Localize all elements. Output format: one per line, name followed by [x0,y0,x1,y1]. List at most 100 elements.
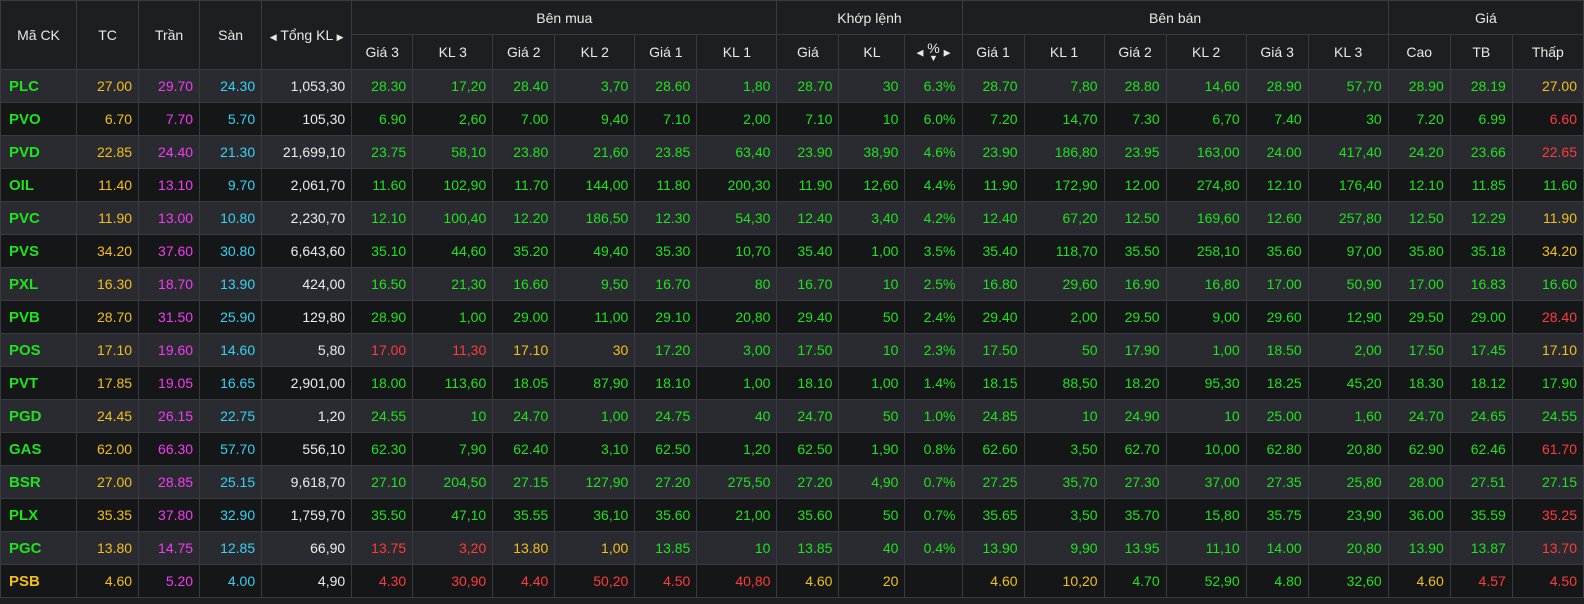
buy-vol2-cell: 50,20 [554,564,636,598]
table-row[interactable]: OIL 11.40 13.10 9.70 2,061,70 11.60 102,90 11.7… [0,168,1584,202]
arrow-right-icon[interactable]: ▶ [944,48,951,58]
ref-price-cell: 13.80 [76,531,140,565]
table-row[interactable]: PLX 35.35 37.80 32.90 1,759,70 35.50 47,10 35.5… [0,498,1584,532]
symbol-cell[interactable]: PSB [0,564,78,598]
sort-desc-icon[interactable]: ▼ [927,54,939,63]
low-price-cell: 17.90 [1511,366,1584,400]
symbol-cell[interactable]: PVO [0,102,78,136]
floor-price-cell: 24.30 [199,69,263,103]
symbol-cell[interactable]: PVD [0,135,78,169]
col-sell-vol2-header[interactable]: KL 2 [1165,34,1247,70]
symbol-cell[interactable]: POS [0,333,78,367]
symbol-cell[interactable]: PVC [0,201,78,235]
col-low-header[interactable]: Thấp [1511,34,1584,70]
sell-vol1-cell: 14,70 [1023,102,1105,136]
table-row[interactable]: PGD 24.45 26.15 22.75 1,20 24.55 10 24.70 1,00 24… [0,399,1584,433]
symbol-cell[interactable]: PLC [0,69,78,103]
sell-vol3-cell: 417,40 [1307,135,1389,169]
table-row[interactable]: PXL 16.30 18.70 13.90 424,00 16.50 21,30 16.60 9… [0,267,1584,301]
table-row[interactable]: PVS 34.20 37.60 30.80 6,643,60 35.10 44,60 35.2… [0,234,1584,268]
floor-price-cell: 32.90 [199,498,263,532]
table-row[interactable]: PGC 13.80 14.75 12.85 66,90 13.75 3,20 13.80 1,0… [0,531,1584,565]
sell-vol3-cell: 97,00 [1307,234,1389,268]
price-board-table: Mã CK TC Trần Sàn ◀ Tổng KL ▶ Bên mua Kh… [0,0,1584,598]
avg-price-cell: 6.99 [1449,102,1513,136]
col-buy-vol3-header[interactable]: KL 3 [412,34,494,70]
sell-vol2-cell: 37,00 [1165,465,1247,499]
sell-vol2-cell: 10 [1165,399,1247,433]
sell-vol3-cell: 30 [1307,102,1389,136]
col-sell-vol1-header[interactable]: KL 1 [1023,34,1105,70]
avg-price-cell: 23.66 [1449,135,1513,169]
table-row[interactable]: PVO 6.70 7.70 5.70 105,30 6.90 2,60 7.00 9,40 7.1… [0,102,1584,136]
sell-price1-cell: 4.60 [961,564,1025,598]
table-row[interactable]: PLC 27.00 29.70 24.30 1,053,30 28.30 17,20 28.4… [0,69,1584,103]
arrow-left-icon[interactable]: ◀ [916,48,923,58]
table-row[interactable]: BSR 27.00 28.85 25.15 9,618,70 27.10 204,50 27.… [0,465,1584,499]
total-vol-cell: 4,90 [261,564,353,598]
buy-price2-cell: 23.80 [492,135,556,169]
buy-price3-cell: 18.00 [351,366,414,400]
symbol-cell[interactable]: PLX [0,498,78,532]
table-row[interactable]: PVT 17.85 19.05 16.65 2,901,00 18.00 113,60 18.… [0,366,1584,400]
col-floor-header[interactable]: Sàn [199,0,263,70]
symbol-cell[interactable]: OIL [0,168,78,202]
buy-price1-cell: 18.10 [634,366,698,400]
symbol-cell[interactable]: PVB [0,300,78,334]
sell-price2-cell: 12.50 [1103,201,1167,235]
col-match-vol-header[interactable]: KL [838,34,906,70]
col-match-pct-header[interactable]: ◀ % ▼ ▶ [904,34,963,70]
table-row[interactable]: PVD 22.85 24.40 21.30 21,699,10 23.75 58,10 23.… [0,135,1584,169]
col-buy-vol2-header[interactable]: KL 2 [554,34,636,70]
symbol-cell[interactable]: PXL [0,267,78,301]
table-row[interactable]: PVB 28.70 31.50 25.90 129,80 28.90 1,00 29.00 11… [0,300,1584,334]
buy-vol3-cell: 100,40 [412,201,494,235]
buy-price3-cell: 4.30 [351,564,414,598]
col-symbol-header[interactable]: Mã CK [0,0,78,70]
high-price-cell: 62.90 [1387,432,1451,466]
table-row[interactable]: PVC 11.90 13.00 10.80 2,230,70 12.10 100,40 12.… [0,201,1584,235]
ref-price-cell: 11.40 [76,168,140,202]
symbol-cell[interactable]: PVT [0,366,78,400]
symbol-cell[interactable]: PGD [0,399,78,433]
col-sell-price2-header[interactable]: Giá 2 [1103,34,1167,70]
symbol-cell[interactable]: PGC [0,531,78,565]
low-price-cell: 24.55 [1511,399,1584,433]
table-row[interactable]: GAS 62.00 66.30 57.70 556,10 62.30 7,90 62.40 3,… [0,432,1584,466]
low-price-cell: 11.60 [1511,168,1584,202]
sell-vol1-cell: 2,00 [1023,300,1105,334]
symbol-cell[interactable]: BSR [0,465,78,499]
sell-vol1-cell: 7,80 [1023,69,1105,103]
col-avg-header[interactable]: TB [1449,34,1513,70]
col-high-header[interactable]: Cao [1387,34,1451,70]
ceil-price-cell: 24.40 [138,135,201,169]
col-buy-price1-header[interactable]: Giá 1 [634,34,698,70]
sell-vol2-cell: 274,80 [1165,168,1247,202]
col-sell-vol3-header[interactable]: KL 3 [1307,34,1389,70]
col-match-price-header[interactable]: Giá [776,34,840,70]
col-buy-price2-header[interactable]: Giá 2 [492,34,556,70]
sell-price2-cell: 17.90 [1103,333,1167,367]
symbol-cell[interactable]: PVS [0,234,78,268]
total-vol-cell: 129,80 [261,300,353,334]
match-vol-cell: 1,00 [838,234,906,268]
col-sell-price3-header[interactable]: Giá 3 [1245,34,1309,70]
total-vol-cell: 424,00 [261,267,353,301]
col-buy-vol1-header[interactable]: KL 1 [696,34,778,70]
ceil-price-cell: 13.10 [138,168,201,202]
col-ref-header[interactable]: TC [76,0,140,70]
sell-vol3-cell: 57,70 [1307,69,1389,103]
col-buy-price3-header[interactable]: Giá 3 [351,34,414,70]
table-row[interactable]: POS 17.10 19.60 14.60 5,80 17.00 11,30 17.10 30 1… [0,333,1584,367]
buy-price1-cell: 4.50 [634,564,698,598]
buy-price1-cell: 35.30 [634,234,698,268]
table-row[interactable]: PSB 4.60 5.20 4.00 4,90 4.30 30,90 4.40 50,20 4.5… [0,564,1584,598]
buy-price1-cell: 28.60 [634,69,698,103]
arrow-right-icon[interactable]: ▶ [337,32,344,42]
col-ceil-header[interactable]: Trần [138,0,201,70]
arrow-left-icon[interactable]: ◀ [270,32,277,42]
symbol-cell[interactable]: GAS [0,432,78,466]
price-group-header: Giá [1387,0,1584,35]
col-total-vol-header[interactable]: ◀ Tổng KL ▶ [261,0,353,70]
col-sell-price1-header[interactable]: Giá 1 [961,34,1025,70]
